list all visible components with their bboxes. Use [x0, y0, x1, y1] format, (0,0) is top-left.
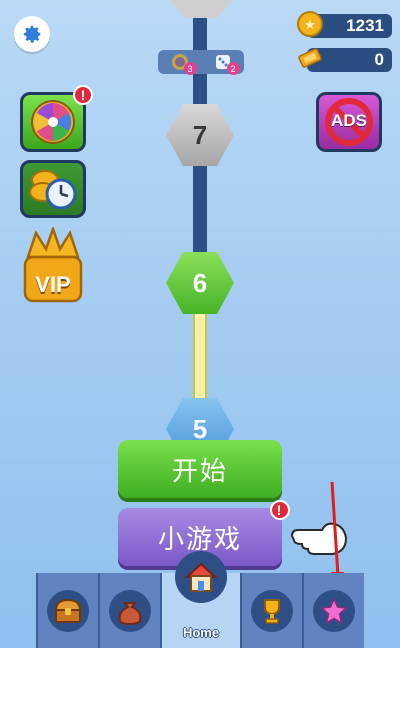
lucky-wheel-button[interactable]: !	[20, 85, 93, 152]
coins-clock-icon	[29, 170, 77, 210]
nav-tab-bag[interactable]	[98, 573, 160, 648]
dice-item[interactable]: 2	[212, 52, 240, 75]
ticket-icon	[298, 48, 322, 68]
start-button[interactable]: 开始	[118, 440, 282, 498]
nav-tab-star[interactable]	[302, 573, 364, 648]
ads-label: ADS	[331, 111, 367, 130]
magnet-item[interactable]: 3	[169, 52, 197, 75]
level-node-top	[168, 0, 234, 18]
svg-text:★: ★	[304, 18, 316, 33]
powerup-inventory: 3 2	[158, 50, 244, 75]
ticket-counter: 0	[298, 48, 392, 72]
nav-tab-trophy[interactable]	[240, 573, 302, 648]
trophy-icon	[264, 598, 280, 624]
star-icon	[320, 596, 348, 625]
wheel-alert-badge: !	[73, 85, 93, 105]
minigame-label: 小游戏	[157, 523, 242, 554]
coin-counter: ★ 1231	[297, 11, 392, 38]
nav-tab-home[interactable]: Home	[160, 551, 240, 648]
star-icon-wrap	[313, 589, 355, 632]
home-icon	[184, 562, 218, 592]
time-bonus-button[interactable]	[20, 160, 86, 218]
bag-icon-wrap	[109, 589, 151, 632]
game-screen: 7 6 5 3 2 ★ 1231 0 ! VIP ADS 开始 小游戏 ! Ho…	[0, 0, 400, 648]
home-label: Home	[182, 625, 220, 640]
prize-wheel-icon	[31, 100, 75, 144]
coin-amount: 1231	[346, 16, 384, 35]
home-button[interactable]	[175, 551, 227, 603]
level-node-7[interactable]: 7	[166, 104, 234, 166]
vip-label: VIP	[35, 272, 71, 297]
bag-icon	[118, 601, 142, 625]
nav-tab-chest[interactable]	[36, 573, 98, 648]
bottom-nav: Home	[36, 551, 364, 648]
chest-icon	[54, 598, 82, 623]
minigame-alert-badge: !	[270, 500, 290, 520]
level-node-6[interactable]: 6	[166, 252, 234, 314]
coin-icon: ★	[297, 11, 323, 37]
gear-icon	[23, 25, 41, 43]
remove-ads-button[interactable]: ADS	[316, 92, 382, 152]
trophy-icon-wrap	[251, 589, 293, 632]
magnet-count: 3	[183, 62, 197, 75]
dice-count: 2	[226, 62, 240, 75]
chest-icon-wrap	[47, 589, 89, 632]
settings-button[interactable]	[14, 16, 50, 52]
vip-button[interactable]: VIP	[20, 226, 86, 306]
ticket-amount: 0	[374, 50, 384, 69]
